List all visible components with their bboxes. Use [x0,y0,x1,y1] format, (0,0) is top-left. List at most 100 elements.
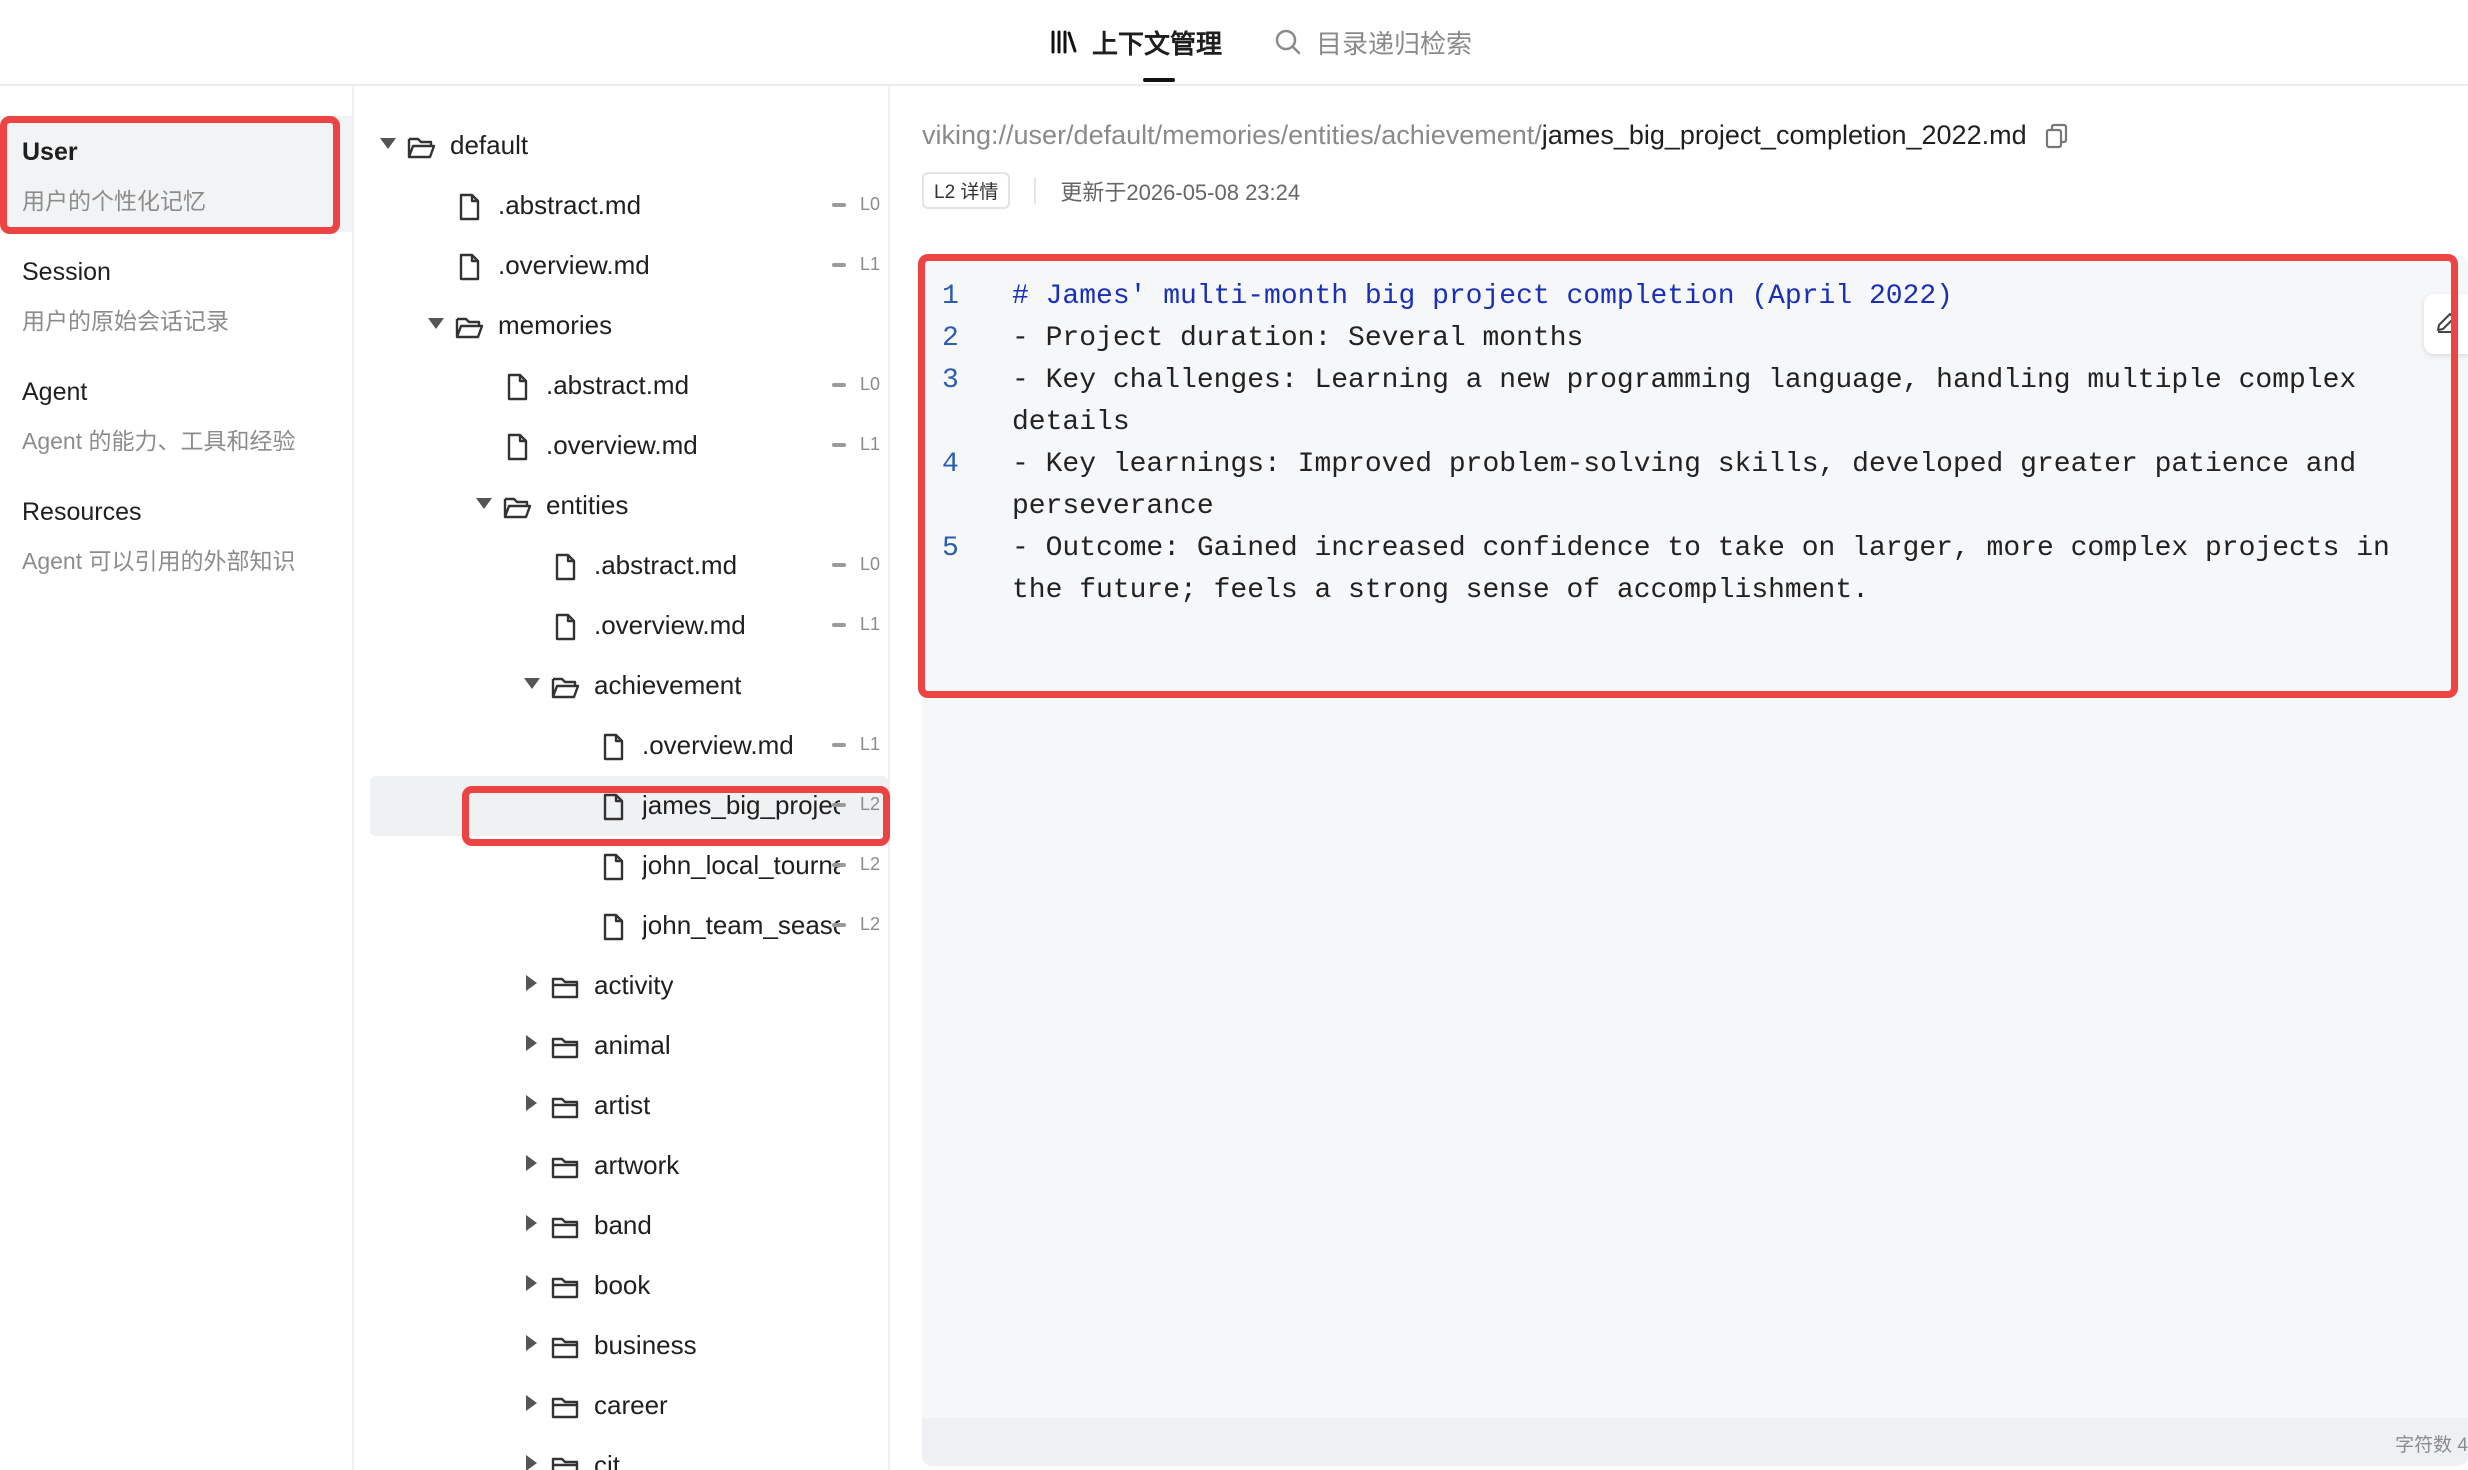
level-label: L1 [859,614,880,634]
code-line: 3 - Key challenges: Learning a new progra… [942,360,2432,444]
edit-button[interactable] [2424,294,2468,354]
tree-item-name: achievement [594,670,742,700]
divider [1034,177,1037,204]
tree-folder-row[interactable]: book [370,1256,888,1316]
sidebar-item-subtitle: Agent 可以引用的外部知识 [22,548,296,574]
library-icon [1050,29,1078,55]
caret-right-icon[interactable] [526,1455,537,1470]
tree-folder-row[interactable]: activity [370,956,888,1016]
sidebar-item-session[interactable]: Session 用户的原始会话记录 [0,236,352,352]
status-bar: 字符数 4 [922,1418,2468,1466]
tree-folder-row[interactable]: default [370,116,888,176]
level-badge: L1 [831,614,880,635]
tree-file-row[interactable]: .overview.md L1 [370,596,888,656]
caret-down-icon[interactable] [476,498,492,509]
tree-folder-row[interactable]: achievement [370,656,888,716]
sidebar-item-title: Session [22,258,111,286]
folder-open-icon [406,132,436,162]
tree-item-name: default [450,130,529,160]
level-label: L1 [859,254,880,274]
caret-right-icon[interactable] [526,1035,537,1051]
sidebar-item-user[interactable]: User 用户的个性化记忆 [0,116,352,232]
file-icon [454,252,484,282]
tab-context-management[interactable]: 上下文管理 [1050,22,1222,62]
level-label: L0 [859,194,880,214]
tree-folder-row[interactable]: entities [370,476,888,536]
code-line: 1 # James' multi-month big project comple… [942,276,2432,318]
folder-icon [550,972,580,1002]
code-line: 5 - Outcome: Gained increased confidence … [942,528,2432,612]
code-editor[interactable]: 1 # James' multi-month big project comple… [922,256,2468,1466]
file-icon [550,612,580,642]
level-label: L2 [859,854,880,874]
level-badge: L2 [831,854,880,875]
tree-item-name: john_team_seaso [642,910,840,940]
sidebar-item-agent[interactable]: Agent Agent 的能力、工具和经验 [0,356,352,472]
tree-item-name: .abstract.md [498,190,642,220]
folder-icon [550,1452,580,1470]
code-line: 4 - Key learnings: Improved problem-solvi… [942,444,2432,528]
file-icon [598,852,628,882]
tree-folder-row[interactable]: artwork [370,1136,888,1196]
tree-item-name: james_big_projec [642,790,840,820]
line-number: 4 [942,449,959,480]
tree-file-row[interactable]: .abstract.md L0 [370,356,888,416]
caret-down-icon[interactable] [524,678,540,689]
level-dash-icon [831,742,846,747]
tree-file-row[interactable]: .abstract.md L0 [370,536,888,596]
level-badge: L1 [831,254,880,275]
tree-folder-row[interactable]: animal [370,1016,888,1076]
caret-right-icon[interactable] [526,1095,537,1111]
updated-time: 更新于2026-05-08 23:24 [1060,179,1301,205]
tree-item-name: john_local_tourna [642,850,840,880]
level-badge: L2 [831,914,880,935]
folder-icon [550,1332,580,1362]
caret-down-icon[interactable] [380,138,396,149]
tree-file-row[interactable]: john_local_tourna L2 [370,836,888,896]
caret-down-icon[interactable] [428,318,444,329]
tree-file-row[interactable]: .abstract.md L0 [370,176,888,236]
tree-folder-row[interactable]: career [370,1376,888,1436]
level-dash-icon [831,922,846,927]
level-dash-icon [831,862,846,867]
caret-right-icon[interactable] [526,1335,537,1351]
file-viewer: viking://user/default/memories/entities/… [890,86,2468,1470]
sidebar-item-resources[interactable]: Resources Agent 可以引用的外部知识 [0,476,352,592]
tab-directory-search[interactable]: 目录递归检索 [1274,22,1472,62]
file-icon [502,432,532,462]
level-label: L0 [859,374,880,394]
file-meta: L2 详情 更新于2026-05-08 23:24 [922,172,1300,209]
tree-folder-row[interactable]: memories [370,296,888,356]
tree-item-name: artwork [594,1150,680,1180]
tree-file-row[interactable]: james_big_projec L2 [370,776,888,836]
folder-icon [550,1152,580,1182]
tree-file-row[interactable]: .overview.md L1 [370,716,888,776]
caret-right-icon[interactable] [526,1155,537,1171]
pencil-icon [2434,310,2458,339]
tree-item-name: band [594,1210,652,1240]
tree-folder-row[interactable]: band [370,1196,888,1256]
level-label: L2 [859,794,880,814]
tree-item-name: artist [594,1090,651,1120]
tree-folder-row[interactable]: artist [370,1076,888,1136]
file-icon [598,732,628,762]
tree-file-row[interactable]: .overview.md L1 [370,416,888,476]
search-icon [1274,28,1302,56]
copy-icon[interactable] [2045,123,2069,149]
caret-right-icon[interactable] [526,1215,537,1231]
level-label: L1 [859,734,880,754]
file-icon [550,552,580,582]
tree-folder-row[interactable]: business [370,1316,888,1376]
level-badge: L2 [831,794,880,815]
tree-file-row[interactable]: john_team_seaso L2 [370,896,888,956]
tree-item-name: career [594,1390,668,1420]
tree-folder-row[interactable]: cit [370,1436,888,1470]
caret-right-icon[interactable] [526,1395,537,1411]
tree-item-name: activity [594,970,674,1000]
level-dash-icon [831,562,846,567]
tree-file-row[interactable]: .overview.md L1 [370,236,888,296]
caret-right-icon[interactable] [526,1275,537,1291]
caret-right-icon[interactable] [526,975,537,991]
level-badge: L0 [831,374,880,395]
line-text: - Project duration: Several months [1012,323,1584,354]
